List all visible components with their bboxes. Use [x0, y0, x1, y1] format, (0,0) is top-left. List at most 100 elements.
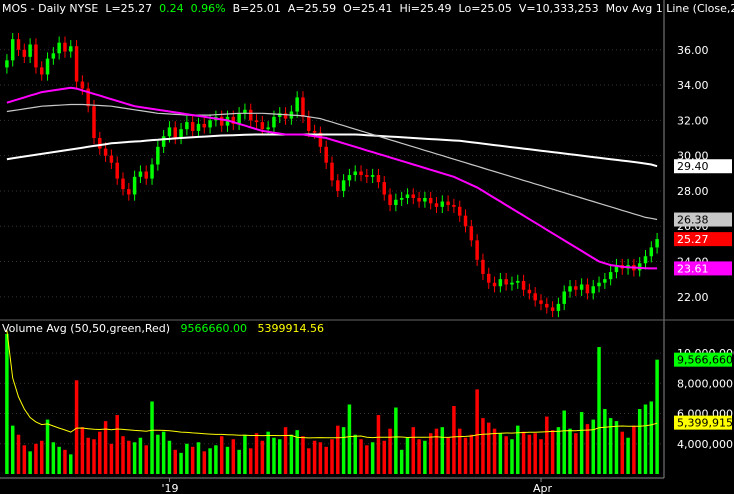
symbol-label: MOS - Daily NYSE [2, 2, 99, 15]
volume-bar [92, 439, 96, 474]
price-candle [150, 164, 154, 179]
volume-bar [161, 431, 166, 474]
price-candle [504, 279, 508, 285]
price-candle [167, 127, 172, 137]
price-candle [156, 146, 160, 165]
volume-bar [167, 440, 172, 474]
volume-bar [312, 440, 317, 474]
price-candle [34, 44, 38, 68]
volume-bar [289, 434, 294, 474]
volume-bar [324, 446, 328, 474]
price-candle [179, 129, 183, 138]
volume-bar [434, 428, 439, 474]
volume-study-label: Volume Avg (50,50,green,Red) [2, 322, 171, 335]
volume-bar [138, 437, 143, 474]
price-candle [579, 284, 584, 290]
price-candle [539, 300, 543, 304]
chart-background [0, 0, 734, 494]
price-candle [103, 148, 108, 156]
price-candle [202, 123, 207, 128]
price-candle [487, 273, 491, 283]
price-tick-label: 28.00 [677, 185, 709, 198]
volume-bar [266, 431, 270, 474]
price-candle [643, 256, 648, 264]
price-candle [132, 176, 137, 195]
volume-bar [521, 431, 526, 474]
volume-bar [307, 448, 311, 474]
price-candle [440, 201, 445, 207]
volume-bar [457, 428, 462, 474]
volume-bar [272, 437, 276, 474]
volume-bar [196, 442, 201, 474]
price-candle [434, 203, 439, 207]
volume-bar [63, 449, 67, 474]
volume-tick-label: 4,000,000 [677, 438, 733, 451]
volume-bar [365, 445, 369, 474]
volume-bar [405, 437, 410, 474]
volume-bar [568, 428, 572, 474]
volume-bar [452, 406, 456, 474]
price-candle [260, 122, 265, 130]
price-tick-label: 22.00 [677, 291, 709, 304]
volume-tick-label: 8,000,000 [677, 377, 733, 390]
price-candle [39, 67, 44, 75]
volume-bar [179, 452, 183, 474]
price-candle [649, 247, 654, 257]
price-candle [533, 293, 537, 301]
volume-bar [330, 439, 334, 474]
ask-value: A=25.59 [287, 2, 337, 15]
volume-bar [57, 446, 61, 474]
volume-value: V=10,333,253 [518, 2, 599, 15]
volume-header: Volume Avg (50,50,green,Red) 9566660.00 … [2, 322, 324, 335]
volume-bar [440, 427, 445, 474]
volume-bar [254, 433, 259, 474]
volume-bar [16, 434, 21, 474]
price-candle [521, 280, 526, 290]
open-value: O=25.41 [343, 2, 393, 15]
price-candle [365, 175, 369, 177]
price-candle [10, 39, 15, 61]
volume-bar [423, 440, 427, 474]
price-candle [92, 106, 96, 138]
price-candle [353, 171, 357, 176]
price-candle [492, 282, 497, 287]
volume-bar [655, 359, 659, 474]
change-value: 0.24 [159, 2, 184, 15]
volume-bar [620, 431, 625, 474]
price-candle [80, 81, 85, 89]
price-candle [405, 194, 410, 198]
chart-header: MOS - Daily NYSE L=25.27 0.24 0.96% B=25… [2, 2, 734, 15]
volume-bar [417, 439, 421, 474]
volume-bar [649, 401, 654, 474]
price-tag-label: 25.27 [677, 233, 709, 246]
price-candle [475, 240, 479, 260]
volume-bar [341, 427, 346, 474]
price-candle [376, 175, 381, 183]
last-price: L=25.27 [105, 2, 153, 15]
volume-bar [132, 442, 137, 474]
volume-bar [394, 407, 398, 474]
price-candle [545, 303, 549, 308]
volume-tag-label: 9,566,660 [677, 354, 733, 367]
price-candle [388, 194, 392, 206]
price-candle [446, 201, 450, 206]
volume-bar [237, 449, 241, 474]
price-candle [28, 44, 32, 57]
volume-bar [475, 389, 479, 474]
price-candle [109, 155, 114, 163]
volume-bar [208, 448, 212, 474]
volume-bar [579, 412, 584, 474]
volume-bar [39, 440, 44, 474]
volume-bar [173, 449, 177, 474]
price-candle [550, 307, 555, 311]
price-candle [173, 127, 177, 138]
volume-bar [359, 439, 363, 474]
stock-chart[interactable]: 36.0034.0032.0030.0028.0026.0024.0022.00… [0, 0, 734, 494]
price-tick-label: 32.00 [677, 114, 709, 127]
price-candle [347, 175, 352, 181]
volume-bar [487, 422, 491, 474]
volume-bar [156, 434, 160, 474]
price-candle [394, 199, 398, 206]
volume-bar [80, 427, 85, 474]
price-candle [516, 280, 520, 283]
